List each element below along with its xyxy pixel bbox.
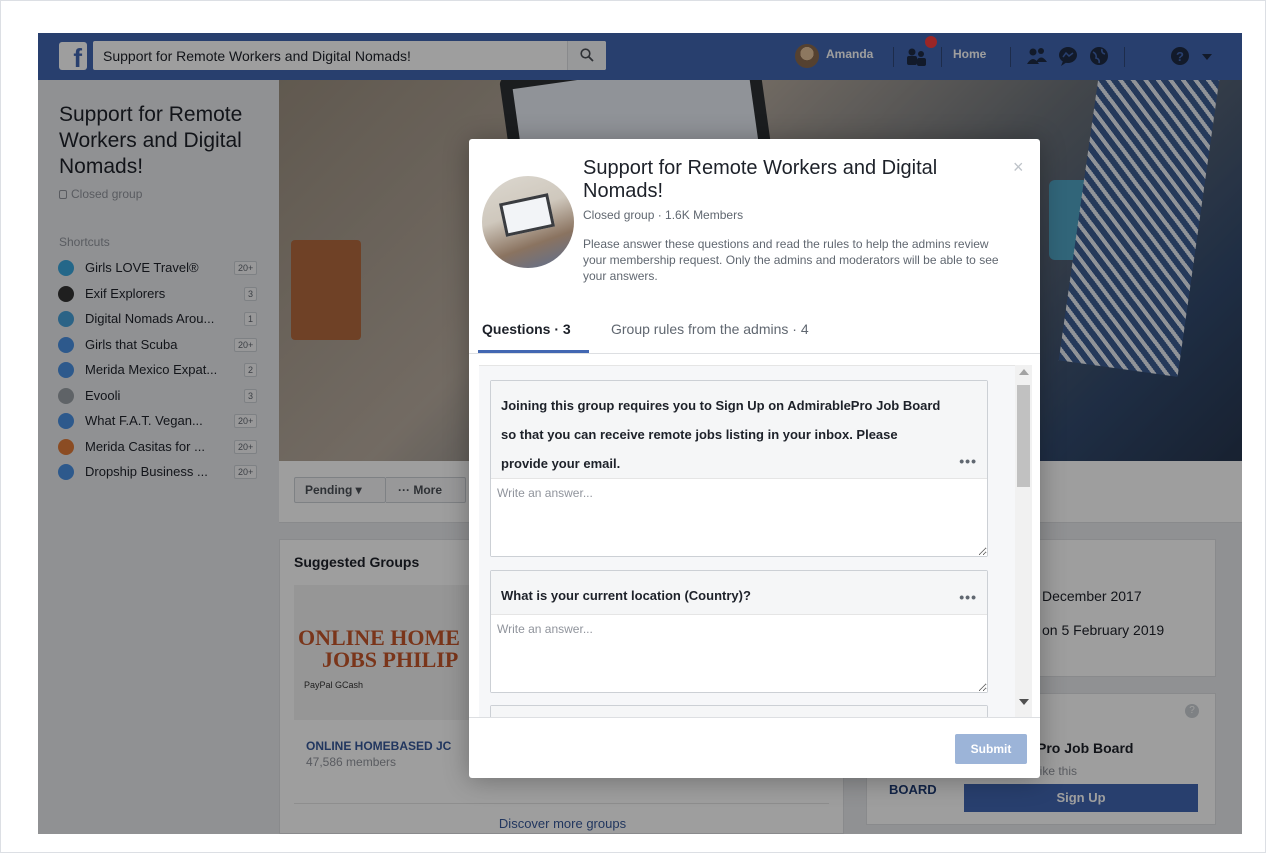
question-header [491, 706, 987, 717]
question-text: What is your current location (Country)? [501, 588, 751, 603]
question-text: Joining this group requires you to Sign … [501, 398, 941, 471]
question-card: What is your current location (Country)?… [490, 570, 988, 693]
group-meta: Closed group · 1.6K Members [583, 208, 744, 222]
question-card [490, 705, 988, 717]
footer-divider [469, 717, 1040, 718]
scroll-down-arrow-icon[interactable] [1019, 699, 1029, 705]
question-header: What is your current location (Country)?… [491, 571, 987, 614]
question-header: Joining this group requires you to Sign … [491, 381, 987, 478]
question-card: Joining this group requires you to Sign … [490, 380, 988, 557]
scrollbar-thumb[interactable] [1017, 385, 1030, 487]
answer-input[interactable] [491, 478, 987, 556]
tab-questions[interactable]: Questions · 3 [482, 321, 571, 337]
group-photo [482, 176, 574, 268]
question-menu-icon[interactable]: ••• [959, 583, 977, 612]
dialog-description: Please answer these questions and read t… [583, 237, 999, 283]
submit-button[interactable]: Submit [955, 734, 1027, 764]
scrollbar[interactable] [1015, 365, 1032, 717]
answer-input[interactable] [491, 614, 987, 692]
membership-questions-dialog: Support for Remote Workers and Digital N… [469, 139, 1040, 778]
close-icon[interactable]: × [1013, 157, 1024, 178]
question-menu-icon[interactable]: ••• [959, 447, 977, 476]
dialog-group-title: Support for Remote Workers and Digital N… [583, 157, 938, 202]
tab-group-rules[interactable]: Group rules from the admins · 4 [611, 321, 809, 337]
scroll-up-arrow-icon[interactable] [1019, 369, 1029, 375]
tab-divider [469, 353, 1040, 354]
questions-scroll-area[interactable]: Joining this group requires you to Sign … [479, 365, 1015, 717]
